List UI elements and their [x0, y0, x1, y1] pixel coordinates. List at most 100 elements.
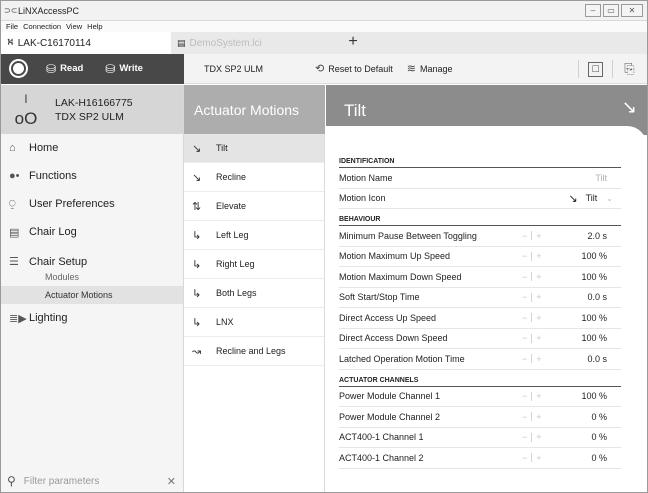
chair-setup-icon: ☰ — [9, 256, 19, 268]
reset-to-default-button[interactable]: ⟲ Reset to Default — [315, 62, 393, 75]
sidebar-item-home[interactable]: ⌂ Home — [1, 134, 183, 162]
right-leg-icon: ↳ — [192, 258, 202, 271]
param-value[interactable]: 0.0 s — [587, 354, 607, 364]
tab-lak-c16170114[interactable]: ⛕ LAK-C16170114 — [1, 32, 171, 54]
motion-icon-dropdown[interactable]: ↘ Tilt ⌄ — [568, 192, 613, 205]
decrement-button[interactable]: − — [522, 412, 527, 422]
menu-help[interactable]: Help — [87, 22, 102, 31]
profile-icon[interactable]: ☐ — [588, 61, 603, 77]
sidebar-item-chair-log[interactable]: ▤ Chair Log — [1, 218, 183, 246]
increment-button[interactable]: + — [536, 251, 541, 261]
motion-item-lnx[interactable]: ↳ LNX — [184, 308, 324, 337]
increment-button[interactable]: + — [536, 391, 541, 401]
manage-label: Manage — [420, 63, 453, 74]
param-value[interactable]: 100 % — [581, 251, 607, 261]
sidebar-item-label: Home — [29, 142, 59, 154]
device-model: TDX SP2 ULM — [55, 110, 124, 123]
increment-button[interactable]: + — [536, 333, 541, 343]
param-value[interactable]: 100 % — [581, 333, 607, 343]
sidebar-item-chair-setup[interactable]: ☰ Chair Setup — [1, 246, 183, 268]
increment-button[interactable]: + — [536, 453, 541, 463]
decrement-button[interactable]: − — [522, 391, 527, 401]
decrement-button[interactable]: − — [522, 272, 527, 282]
stepper-divider — [531, 231, 533, 241]
increment-button[interactable]: + — [536, 432, 541, 442]
manage-button[interactable]: ≋ Manage — [407, 62, 453, 75]
stepper-divider — [531, 292, 533, 302]
value-stepper: − + — [522, 453, 542, 463]
param-value[interactable]: 100 % — [581, 391, 607, 401]
param-value[interactable]: 2.0 s — [587, 231, 607, 241]
sidebar-item-label: User Preferences — [29, 198, 115, 210]
connection-icon[interactable] — [9, 59, 28, 78]
motion-item-elevate[interactable]: ⇅ Elevate — [184, 192, 324, 221]
increment-button[interactable]: + — [536, 313, 541, 323]
param-value[interactable]: 0 % — [591, 432, 607, 442]
filter-placeholder: Filter parameters — [23, 475, 100, 487]
motion-item-recline-and-legs[interactable]: ↝ Recline and Legs — [184, 337, 324, 366]
motion-item-tilt[interactable]: ↘ Tilt — [184, 134, 324, 163]
value-stepper: − + — [522, 333, 542, 343]
section-actuator-channels-header: ACTUATOR CHANNELS — [339, 374, 621, 387]
motion-name-field[interactable]: Tilt — [595, 173, 607, 183]
decrement-button[interactable]: − — [522, 333, 527, 343]
param-label: Minimum Pause Between Toggling — [339, 230, 477, 241]
tab-demosystem[interactable]: ▤ DemoSystem.lci — [171, 32, 341, 54]
motion-item-recline[interactable]: ↘ Recline — [184, 163, 324, 192]
maximize-button[interactable]: ▭ — [603, 4, 619, 17]
sidebar-subitem-actuator-motions[interactable]: Actuator Motions — [1, 286, 183, 304]
increment-button[interactable]: + — [536, 292, 541, 302]
motion-item-both-legs[interactable]: ↳ Both Legs — [184, 279, 324, 308]
minimize-button[interactable]: – — [585, 4, 601, 17]
stepper-divider — [531, 333, 533, 343]
clear-icon[interactable]: ✕ — [167, 475, 176, 488]
param-value[interactable]: 0.0 s — [587, 292, 607, 302]
menu-view[interactable]: View — [66, 22, 82, 31]
sidebar-item-label: Chair Log — [29, 226, 77, 238]
decrement-button[interactable]: − — [522, 453, 527, 463]
param-value[interactable]: 0 % — [591, 453, 607, 463]
decrement-button[interactable]: − — [522, 251, 527, 261]
elevate-icon: ⇅ — [192, 200, 202, 213]
param-label: ACT400-1 Channel 1 — [339, 432, 424, 443]
increment-button[interactable]: + — [536, 231, 541, 241]
param-label: Direct Access Down Speed — [339, 333, 448, 344]
close-button[interactable]: ✕ — [621, 4, 643, 17]
param-value[interactable]: 100 % — [581, 272, 607, 282]
sidebar-item-user-preferences[interactable]: ⍜ User Preferences — [1, 190, 183, 218]
value-stepper: − + — [522, 313, 542, 323]
stepper-divider — [531, 313, 533, 323]
decrement-button[interactable]: − — [522, 231, 527, 241]
motion-item-right-leg[interactable]: ↳ Right Leg — [184, 250, 324, 279]
read-button[interactable]: ⛁ Read — [46, 62, 83, 76]
both-legs-icon: ↳ — [192, 287, 202, 300]
sidebar-subitem-modules[interactable]: Modules — [1, 268, 183, 286]
export-icon[interactable]: ⎘ — [622, 62, 637, 77]
param-value[interactable]: 100 % — [581, 313, 607, 323]
write-button[interactable]: ⛁ Write — [105, 62, 143, 76]
param-row: Minimum Pause Between Toggling − +2.0 s — [339, 226, 621, 247]
decrement-button[interactable]: − — [522, 432, 527, 442]
sidebar-item-lighting[interactable]: ≣▶ Lighting — [1, 304, 183, 332]
decrement-button[interactable]: − — [522, 354, 527, 364]
decrement-button[interactable]: − — [522, 313, 527, 323]
increment-button[interactable]: + — [536, 354, 541, 364]
menu-connection[interactable]: Connection — [23, 22, 61, 31]
sidebar-item-functions[interactable]: ●• Functions — [1, 162, 183, 190]
stepper-divider — [531, 354, 533, 364]
lnx-icon: ↳ — [192, 316, 202, 329]
motion-item-left-leg[interactable]: ↳ Left Leg — [184, 221, 324, 250]
decrement-button[interactable]: − — [522, 292, 527, 302]
functions-icon: ●• — [9, 170, 20, 182]
toolbar-separator — [612, 60, 613, 78]
param-value[interactable]: 0 % — [591, 412, 607, 422]
menu-file[interactable]: File — [6, 22, 18, 31]
filter-parameters-input[interactable]: ⚲ Filter parameters ✕ — [1, 468, 183, 492]
log-icon: ▤ — [9, 226, 20, 239]
channel-rows: Power Module Channel 1− +100 % Power Modul… — [339, 387, 621, 469]
add-tab-button[interactable]: + — [341, 32, 365, 54]
motion-item-label: Both Legs — [216, 288, 257, 298]
increment-button[interactable]: + — [536, 272, 541, 282]
increment-button[interactable]: + — [536, 412, 541, 422]
param-label: Power Module Channel 2 — [339, 411, 441, 422]
